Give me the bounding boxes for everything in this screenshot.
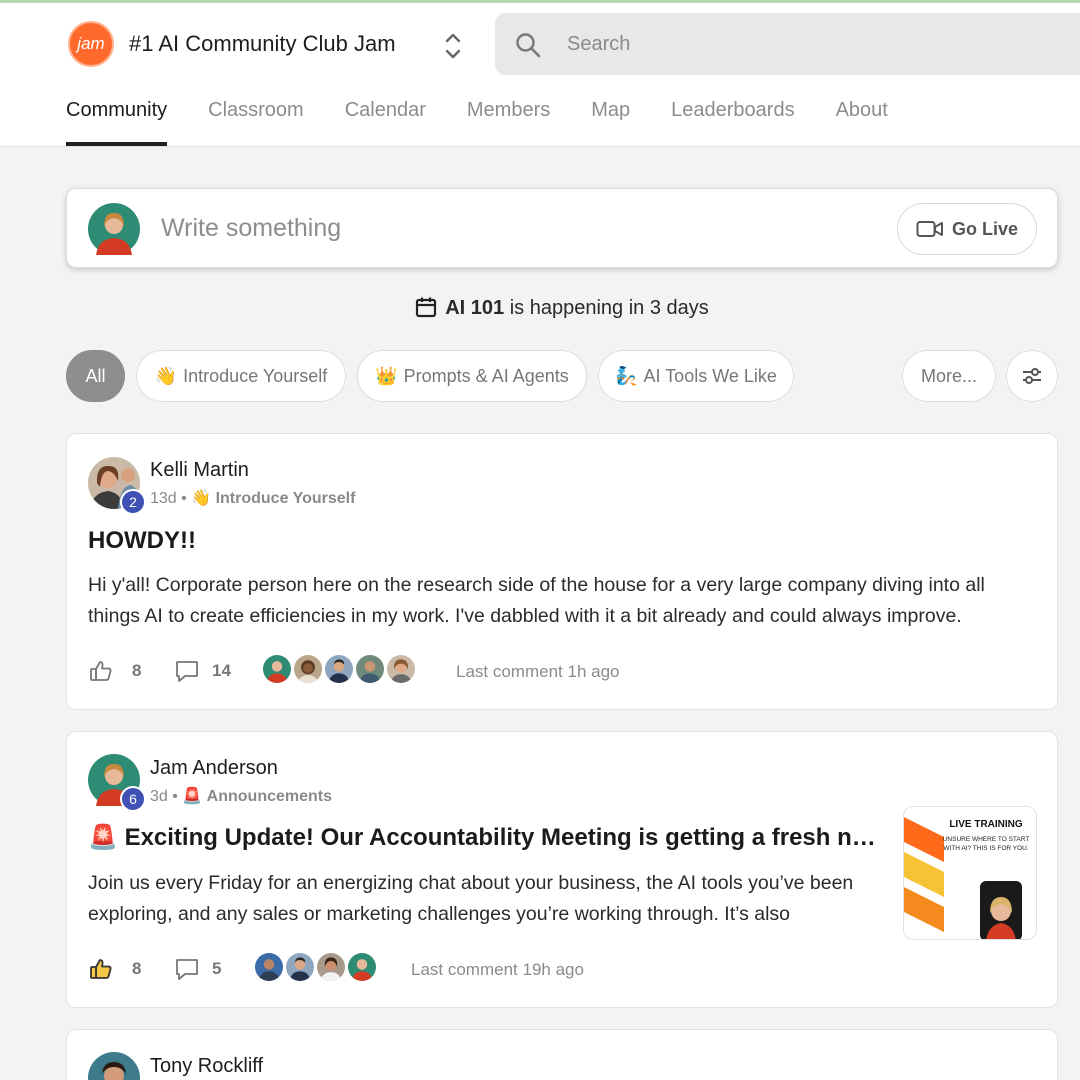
go-live-button[interactable]: Go Live — [897, 203, 1037, 255]
post-meta: 3d • 🚨 Announcements — [150, 788, 333, 805]
like-icon[interactable] — [89, 659, 113, 683]
video-camera-icon — [916, 221, 943, 237]
upcoming-event-banner[interactable]: AI 101 is happening in 3 days — [0, 296, 1080, 320]
post-title[interactable]: 🚨 Exciting Update! Our Accountability Me… — [88, 823, 876, 852]
chip-label: Prompts & AI Agents — [403, 365, 569, 386]
avatar[interactable] — [253, 951, 285, 983]
group-title[interactable]: #1 AI Community Club Jam — [129, 31, 396, 57]
switch-group-icon[interactable] — [443, 29, 463, 63]
post-card[interactable]: 2 Kelli Martin 13d • 👋 Introduce Yoursel… — [66, 433, 1058, 710]
post-age[interactable]: 13d — [150, 490, 177, 507]
avatar[interactable] — [261, 653, 293, 685]
like-icon[interactable] — [89, 957, 113, 981]
siren-icon: 🚨 — [88, 824, 118, 851]
comment-icon[interactable] — [174, 957, 200, 981]
chip-label: All — [85, 365, 106, 386]
post-category[interactable]: Introduce Yourself — [216, 490, 356, 507]
recent-commenters[interactable] — [261, 653, 417, 685]
tab-about[interactable]: About — [836, 99, 888, 146]
post-category[interactable]: Announcements — [207, 788, 332, 805]
waving-hand-icon: 👋 — [191, 490, 212, 507]
tab-leaderboards[interactable]: Leaderboards — [671, 99, 794, 146]
author-name[interactable]: Kelli Martin — [150, 459, 249, 482]
tab-community[interactable]: Community — [66, 99, 168, 146]
post-meta: 13d • 👋 Introduce Yourself — [150, 490, 356, 507]
sliders-icon — [1023, 368, 1041, 384]
post-body[interactable]: Hi y'all! Corporate person here on the r… — [88, 570, 1038, 632]
filter-chip-more[interactable]: More... — [902, 350, 996, 402]
thumbnail-subtext: UNSURE WHERE TO START WITH AI? THIS IS F… — [942, 836, 1030, 852]
search-input[interactable] — [567, 29, 1047, 59]
post-title-text[interactable]: Exciting Update! Our Accountability Meet… — [125, 824, 876, 851]
last-comment-time[interactable]: Last comment 1h ago — [456, 662, 619, 682]
avatar[interactable] — [88, 1052, 140, 1080]
genie-icon: 🧞 — [615, 365, 638, 386]
filter-chip-all[interactable]: All — [66, 350, 125, 402]
comment-count: 14 — [212, 661, 231, 680]
post-card[interactable]: 6 Jam Anderson 3d • 🚨 Announcements 🚨 Ex… — [66, 731, 1058, 1008]
tab-map[interactable]: Map — [591, 99, 630, 146]
composer-placeholder[interactable]: Write something — [161, 214, 341, 243]
tab-members[interactable]: Members — [467, 99, 550, 146]
nav-tabs: Community Classroom Calendar Members Map… — [66, 99, 929, 146]
author-name[interactable]: Jam Anderson — [150, 757, 278, 780]
tab-calendar[interactable]: Calendar — [345, 99, 426, 146]
level-badge: 6 — [120, 786, 146, 812]
search-bar[interactable] — [495, 13, 1080, 75]
avatar[interactable] — [315, 951, 347, 983]
calendar-icon — [416, 297, 437, 318]
avatar[interactable] — [354, 653, 386, 685]
recent-commenters[interactable] — [253, 951, 378, 983]
avatar[interactable] — [284, 951, 316, 983]
filter-chip-introduce-yourself[interactable]: 👋 Introduce Yourself — [136, 350, 346, 402]
post-body[interactable]: Join us every Friday for an energizing c… — [88, 868, 888, 930]
post-title[interactable]: HOWDY!! — [88, 527, 196, 555]
post-age[interactable]: 3d — [150, 788, 168, 805]
author-name[interactable]: Tony Rockliff — [150, 1055, 263, 1078]
search-icon — [516, 33, 541, 58]
avatar[interactable] — [292, 653, 324, 685]
post-card[interactable]: Tony Rockliff — [66, 1029, 1058, 1080]
avatar[interactable] — [385, 653, 417, 685]
comment-icon[interactable] — [174, 659, 200, 683]
siren-icon: 🚨 — [182, 788, 203, 805]
avatar[interactable] — [346, 951, 378, 983]
header: jam #1 AI Community Club Jam Community C… — [0, 3, 1080, 147]
last-comment-time[interactable]: Last comment 19h ago — [411, 960, 584, 980]
avatar[interactable] — [323, 653, 355, 685]
thumbnail-heading: LIVE TRAINING — [949, 819, 1023, 830]
waving-hand-icon: 👋 — [154, 365, 178, 386]
chip-label: AI Tools We Like — [643, 365, 777, 386]
filter-settings-button[interactable] — [1006, 350, 1058, 402]
crown-icon: 👑 — [375, 365, 398, 386]
avatar — [88, 203, 140, 255]
go-live-label: Go Live — [951, 218, 1018, 239]
comment-count: 5 — [212, 959, 222, 978]
tab-classroom[interactable]: Classroom — [208, 99, 304, 146]
chip-label: More... — [920, 365, 977, 386]
chip-label: Introduce Yourself — [183, 365, 328, 386]
like-count: 8 — [132, 661, 142, 680]
post-thumbnail[interactable]: LIVE TRAINING UNSURE WHERE TO START WITH… — [903, 806, 1037, 940]
post-composer[interactable]: Write something Go Live — [66, 188, 1058, 268]
like-count: 8 — [132, 959, 142, 978]
filter-chip-ai-tools[interactable]: 🧞 AI Tools We Like — [598, 350, 794, 402]
event-name[interactable]: AI 101 — [445, 297, 504, 319]
group-logo[interactable]: jam — [68, 21, 114, 67]
event-timing: is happening in 3 days — [509, 297, 709, 319]
filter-chip-prompts-ai-agents[interactable]: 👑 Prompts & AI Agents — [357, 350, 587, 402]
level-badge: 2 — [120, 489, 146, 515]
